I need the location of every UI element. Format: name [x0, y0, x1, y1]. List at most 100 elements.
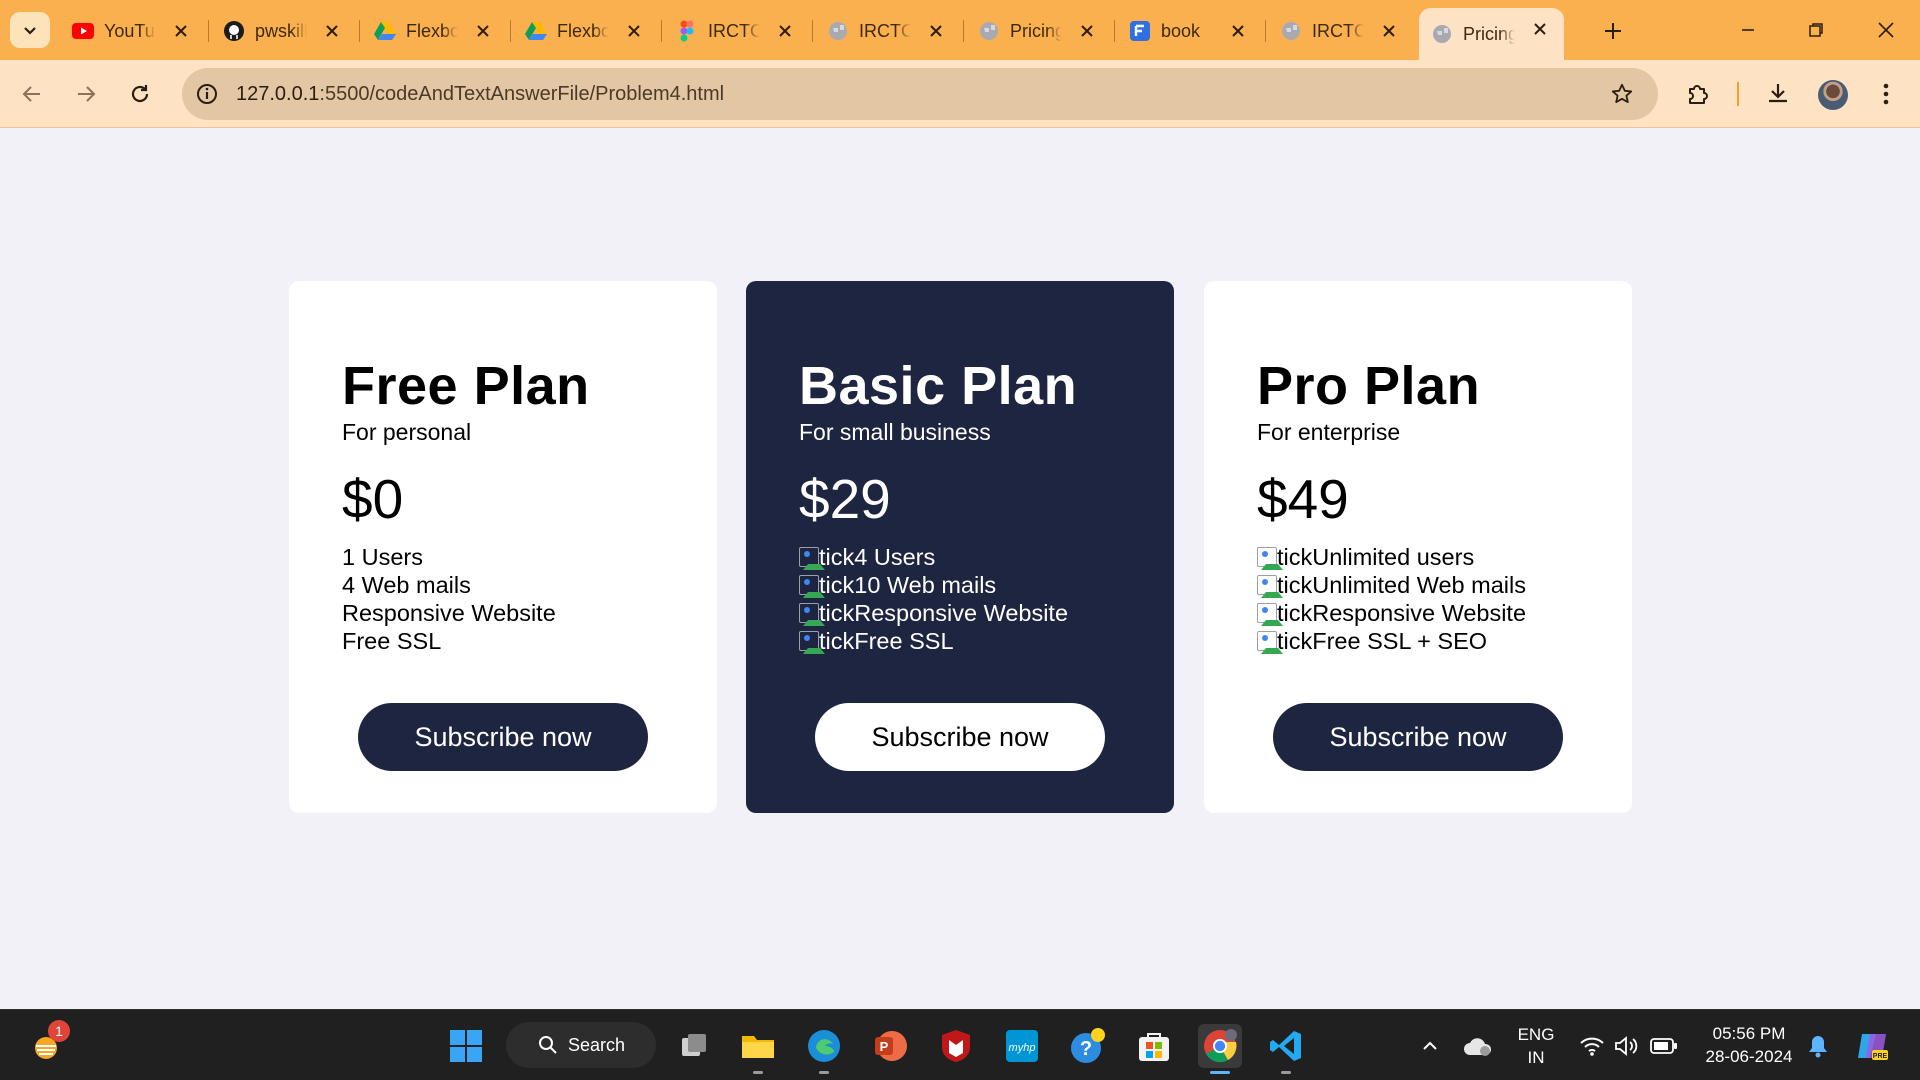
browser-tab[interactable]: Pricing: [966, 10, 1111, 52]
address-bar[interactable]: 127.0.0.1:5500/codeAndTextAnswerFile/Pro…: [182, 68, 1658, 120]
browser-tab[interactable]: book: [1117, 10, 1262, 52]
browser-tab[interactable]: Pricing: [1419, 8, 1564, 60]
feature-item: 4 Web mails: [342, 571, 556, 599]
site-info-icon[interactable]: [192, 79, 222, 109]
search-label: Search: [568, 1034, 626, 1055]
broken-image-icon: tick: [1257, 627, 1312, 655]
start-button[interactable]: [444, 1024, 488, 1068]
task-view-icon: [682, 1034, 706, 1056]
task-view-button[interactable]: [672, 1024, 716, 1068]
svg-text:P: P: [880, 1039, 889, 1054]
more-vertical-icon: [1883, 83, 1889, 105]
browser-tab[interactable]: IRCTC: [815, 10, 960, 52]
taskbar-store[interactable]: [1132, 1024, 1176, 1068]
chevron-up-icon: [1423, 1041, 1437, 1050]
feature-text: 4 Web mails: [342, 572, 471, 598]
taskbar-powerpoint[interactable]: P: [868, 1024, 912, 1068]
mcafee-shield-icon: [942, 1030, 970, 1062]
taskbar-myhp[interactable]: myhp: [1000, 1024, 1044, 1068]
close-tab-icon[interactable]: [926, 21, 946, 41]
puzzle-icon: [1689, 85, 1708, 104]
image-placeholder-icon: [1257, 547, 1283, 570]
clock-time: 05:56 PM: [1712, 1024, 1786, 1043]
feature-item: tick Unlimited Web mails: [1257, 571, 1526, 599]
close-tab-icon[interactable]: [775, 21, 795, 41]
taskbar-help[interactable]: ?: [1066, 1024, 1110, 1068]
back-button[interactable]: [14, 76, 50, 112]
taskbar-chrome[interactable]: [1198, 1024, 1242, 1074]
plan-subtitle: For enterprise: [1257, 419, 1401, 445]
arrow-left-icon: [22, 86, 40, 102]
tab-title: Pricing: [1010, 20, 1062, 41]
feature-item: tick Free SSL: [799, 627, 1068, 655]
restore-button[interactable]: [1796, 12, 1836, 48]
close-tab-icon[interactable]: [322, 21, 342, 41]
broken-image-icon: tick: [799, 571, 854, 599]
plan-price: $0: [342, 468, 404, 530]
downloads-button[interactable]: [1760, 76, 1796, 112]
browser-tab[interactable]: YouTube: [60, 10, 205, 52]
feature-text: 4 Users: [854, 544, 936, 570]
download-icon: [1769, 84, 1787, 103]
tray-battery[interactable]: [1642, 1024, 1686, 1068]
broken-image-icon: tick: [799, 599, 854, 627]
close-tab-icon[interactable]: [624, 21, 644, 41]
browser-tab[interactable]: IRCTC: [1268, 10, 1413, 52]
close-tab-icon[interactable]: [1228, 21, 1248, 41]
feature-item: tick 4 Users: [799, 543, 1068, 571]
notifications-button[interactable]: [1796, 1024, 1840, 1068]
browser-menu-button[interactable]: [1868, 76, 1904, 112]
taskbar-vscode[interactable]: [1264, 1024, 1308, 1074]
taskbar-search[interactable]: Search: [506, 1022, 656, 1068]
subscribe-button[interactable]: Subscribe now: [358, 703, 648, 771]
clock[interactable]: 05:56 PM 28-06-2024: [1694, 1022, 1804, 1068]
new-tab-button[interactable]: [1598, 16, 1628, 46]
active-indicator: [1210, 1071, 1230, 1074]
pricing-card-basic: Basic Plan For small business $29 tick 4 …: [746, 281, 1174, 813]
bookmark-star-icon[interactable]: [1608, 80, 1636, 108]
taskbar-file-explorer[interactable]: [736, 1024, 780, 1074]
taskbar-edge[interactable]: [802, 1024, 846, 1074]
tab-separator: [1114, 20, 1115, 42]
close-tab-icon[interactable]: [1530, 19, 1550, 39]
taskbar-mcafee[interactable]: [934, 1024, 978, 1068]
tab-search-button[interactable]: [10, 12, 50, 48]
forward-button[interactable]: [68, 76, 104, 112]
profile-avatar[interactable]: [1818, 80, 1848, 110]
browser-tab[interactable]: Flexbox: [513, 10, 658, 52]
close-tab-icon[interactable]: [171, 21, 191, 41]
image-placeholder-icon: [799, 631, 825, 654]
google-drive-icon: [525, 20, 547, 42]
close-tab-icon[interactable]: [1379, 21, 1399, 41]
copilot-button[interactable]: PRE: [1850, 1024, 1894, 1068]
reload-button[interactable]: [122, 76, 158, 112]
widgets-button[interactable]: 1: [24, 1020, 70, 1068]
clock-date: 28-06-2024: [1705, 1047, 1793, 1066]
close-tab-icon[interactable]: [473, 21, 493, 41]
edge-icon: [808, 1030, 840, 1062]
feature-text: Responsive Website: [342, 600, 556, 626]
tray-onedrive[interactable]: [1456, 1024, 1500, 1068]
minimize-button[interactable]: [1728, 12, 1768, 48]
pricing-card-free: Free Plan For personal $0 1 Users 4 Web m…: [289, 281, 717, 813]
image-placeholder-icon: [799, 575, 825, 598]
close-window-button[interactable]: [1866, 12, 1906, 48]
speaker-icon: [1615, 1036, 1638, 1056]
url-text: 127.0.0.1:5500/codeAndTextAnswerFile/Pro…: [236, 83, 724, 106]
close-tab-icon[interactable]: [1077, 21, 1097, 41]
tab-title: YouTube: [104, 20, 156, 41]
browser-tab[interactable]: IRCTC: [664, 10, 809, 52]
language-indicator[interactable]: ENG IN: [1508, 1023, 1564, 1069]
feature-item: 1 Users: [342, 543, 556, 571]
subscribe-button[interactable]: Subscribe now: [1273, 703, 1563, 771]
browser-tab[interactable]: Flexbox: [362, 10, 507, 52]
chevron-down-icon: [24, 27, 36, 35]
subscribe-button[interactable]: Subscribe now: [815, 703, 1105, 771]
tab-title: IRCTC: [708, 20, 760, 41]
broken-image-icon: tick: [799, 627, 854, 655]
extensions-button[interactable]: [1680, 76, 1716, 112]
show-hidden-icons-button[interactable]: [1408, 1024, 1452, 1068]
feature-text: Unlimited Web mails: [1312, 572, 1526, 598]
image-placeholder-icon: [1257, 575, 1283, 598]
browser-tab[interactable]: pwskills: [211, 10, 356, 52]
